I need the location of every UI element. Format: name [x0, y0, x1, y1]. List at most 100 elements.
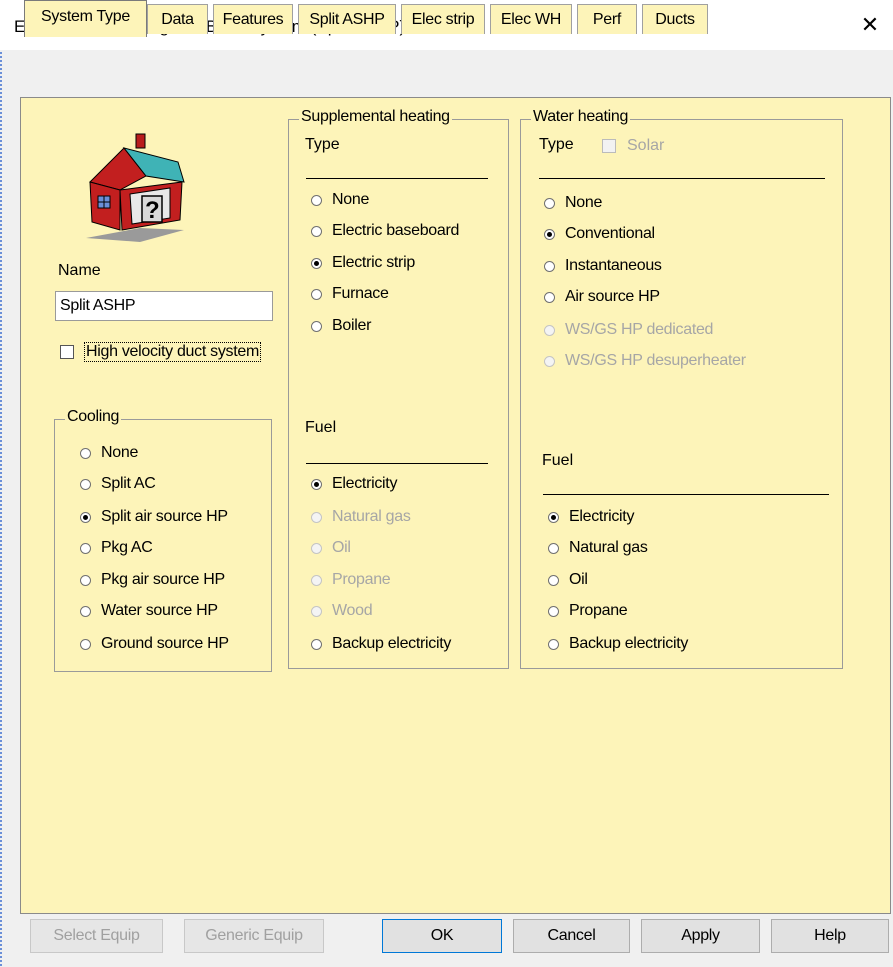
- supp-furnace-radio[interactable]: Furnace: [311, 285, 389, 303]
- radio-dot: [80, 478, 91, 490]
- cooling-water-source-radio[interactable]: Water source HP: [80, 602, 218, 620]
- radio-label: Backup electricity: [332, 635, 452, 652]
- supp-fuel-backup-electricity-radio[interactable]: Backup electricity: [311, 635, 451, 653]
- radio-label: Natural gas: [332, 508, 411, 525]
- radio-dot: [544, 291, 555, 303]
- radio-label: Propane: [569, 602, 628, 619]
- generic-equip-button: Generic Equip: [184, 919, 324, 953]
- cooling-pkg-ashp-radio[interactable]: Pkg air source HP: [80, 571, 225, 589]
- cooling-none-radio[interactable]: None: [80, 444, 138, 462]
- water-fuel-propane-radio[interactable]: Propane: [548, 602, 628, 620]
- svg-text:?: ?: [145, 197, 160, 224]
- high-velocity-checkbox[interactable]: [60, 345, 74, 359]
- supp-fuel-electricity-radio[interactable]: Electricity: [311, 475, 397, 493]
- cooling-ground-source-radio[interactable]: Ground source HP: [80, 635, 229, 653]
- radio-dot: [544, 324, 555, 336]
- radio-label: Split AC: [101, 475, 156, 492]
- radio-dot-selected: [544, 228, 555, 240]
- water-air-source-hp-radio[interactable]: Air source HP: [544, 288, 660, 306]
- radio-dot: [548, 605, 559, 617]
- radio-label: None: [332, 191, 370, 208]
- dialog-window: Equipment for Living AH: Base System (Sp…: [0, 0, 893, 967]
- water-fuel-natural-gas-radio[interactable]: Natural gas: [548, 539, 648, 557]
- radio-dot: [311, 638, 322, 650]
- cooling-legend: Cooling: [65, 408, 122, 426]
- supplemental-fuel-label: Fuel: [305, 419, 337, 436]
- radio-dot: [311, 605, 322, 617]
- radio-label: Backup electricity: [569, 635, 689, 652]
- radio-dot: [80, 638, 91, 650]
- water-fuel-label: Fuel: [542, 452, 574, 469]
- cancel-button[interactable]: Cancel: [513, 919, 630, 953]
- water-wsgs-dedicated-radio: WS/GS HP dedicated: [544, 321, 713, 339]
- cooling-split-ac-radio[interactable]: Split AC: [80, 475, 156, 493]
- tab-elec-strip[interactable]: Elec strip: [401, 4, 485, 34]
- tab-split-ashp[interactable]: Split ASHP: [298, 4, 396, 34]
- cooling-split-ashp-radio[interactable]: Split air source HP: [80, 508, 228, 526]
- left-edge-dots: [0, 0, 2, 967]
- tab-ducts[interactable]: Ducts: [642, 4, 708, 34]
- radio-dot: [548, 574, 559, 586]
- radio-dot: [544, 197, 555, 209]
- radio-dot: [311, 574, 322, 586]
- supp-fuel-natural-gas-radio: Natural gas: [311, 508, 411, 526]
- close-icon[interactable]: ✕: [857, 12, 883, 38]
- radio-dot: [311, 225, 322, 237]
- radio-label: Boiler: [332, 317, 372, 334]
- radio-label: Conventional: [565, 225, 655, 242]
- divider: [539, 178, 825, 179]
- water-none-radio[interactable]: None: [544, 194, 602, 212]
- divider: [306, 463, 488, 464]
- select-equip-button: Select Equip: [30, 919, 163, 953]
- tab-data[interactable]: Data: [147, 4, 208, 34]
- radio-label: Furnace: [332, 285, 389, 302]
- water-heating-legend: Water heating: [531, 108, 631, 126]
- water-wsgs-desuperheater-radio: WS/GS HP desuperheater: [544, 352, 746, 370]
- high-velocity-label: High velocity duct system: [84, 342, 262, 362]
- supp-electric-strip-radio[interactable]: Electric strip: [311, 254, 415, 272]
- radio-label: Instantaneous: [565, 257, 662, 274]
- ok-button[interactable]: OK: [382, 919, 502, 953]
- radio-dot-selected: [311, 478, 322, 490]
- supp-electric-baseboard-radio[interactable]: Electric baseboard: [311, 222, 459, 240]
- supp-none-radio[interactable]: None: [311, 191, 369, 209]
- radio-label: Split air source HP: [101, 508, 228, 525]
- radio-label: Oil: [569, 571, 588, 588]
- radio-label: Electricity: [569, 508, 635, 525]
- water-fuel-backup-electricity-radio[interactable]: Backup electricity: [548, 635, 688, 653]
- radio-dot: [311, 320, 322, 332]
- radio-label: Electric strip: [332, 254, 415, 271]
- water-instantaneous-radio[interactable]: Instantaneous: [544, 257, 662, 275]
- solar-checkbox: [602, 139, 616, 153]
- radio-label: None: [565, 194, 603, 211]
- radio-label: Ground source HP: [101, 635, 229, 652]
- water-fuel-electricity-radio[interactable]: Electricity: [548, 508, 634, 526]
- radio-dot-selected: [548, 511, 559, 523]
- supp-fuel-wood-radio: Wood: [311, 602, 373, 620]
- water-conventional-radio[interactable]: Conventional: [544, 225, 655, 243]
- radio-dot: [544, 355, 555, 367]
- tab-elec-wh[interactable]: Elec WH: [490, 4, 572, 34]
- name-input[interactable]: Split ASHP: [55, 291, 273, 321]
- water-fuel-oil-radio[interactable]: Oil: [548, 571, 588, 589]
- cooling-pkg-ac-radio[interactable]: Pkg AC: [80, 539, 153, 557]
- supplemental-type-label: Type: [305, 136, 340, 153]
- radio-dot: [311, 194, 322, 206]
- apply-button[interactable]: Apply: [641, 919, 760, 953]
- supp-fuel-propane-radio: Propane: [311, 571, 391, 589]
- radio-dot: [548, 638, 559, 650]
- tab-perf[interactable]: Perf: [577, 4, 637, 34]
- divider: [306, 178, 488, 179]
- supplemental-heating-legend: Supplemental heating: [299, 108, 452, 126]
- radio-label: Natural gas: [569, 539, 648, 556]
- radio-label: WS/GS HP dedicated: [565, 321, 714, 338]
- tab-features[interactable]: Features: [213, 4, 293, 34]
- name-label: Name: [58, 262, 101, 279]
- help-button[interactable]: Help: [771, 919, 889, 953]
- tab-system-type[interactable]: System Type: [24, 0, 147, 37]
- radio-label: Pkg AC: [101, 539, 153, 556]
- radio-label: Water source HP: [101, 602, 218, 619]
- radio-label: Electricity: [332, 475, 398, 492]
- supp-boiler-radio[interactable]: Boiler: [311, 317, 371, 335]
- house-question-icon: ?: [86, 133, 185, 242]
